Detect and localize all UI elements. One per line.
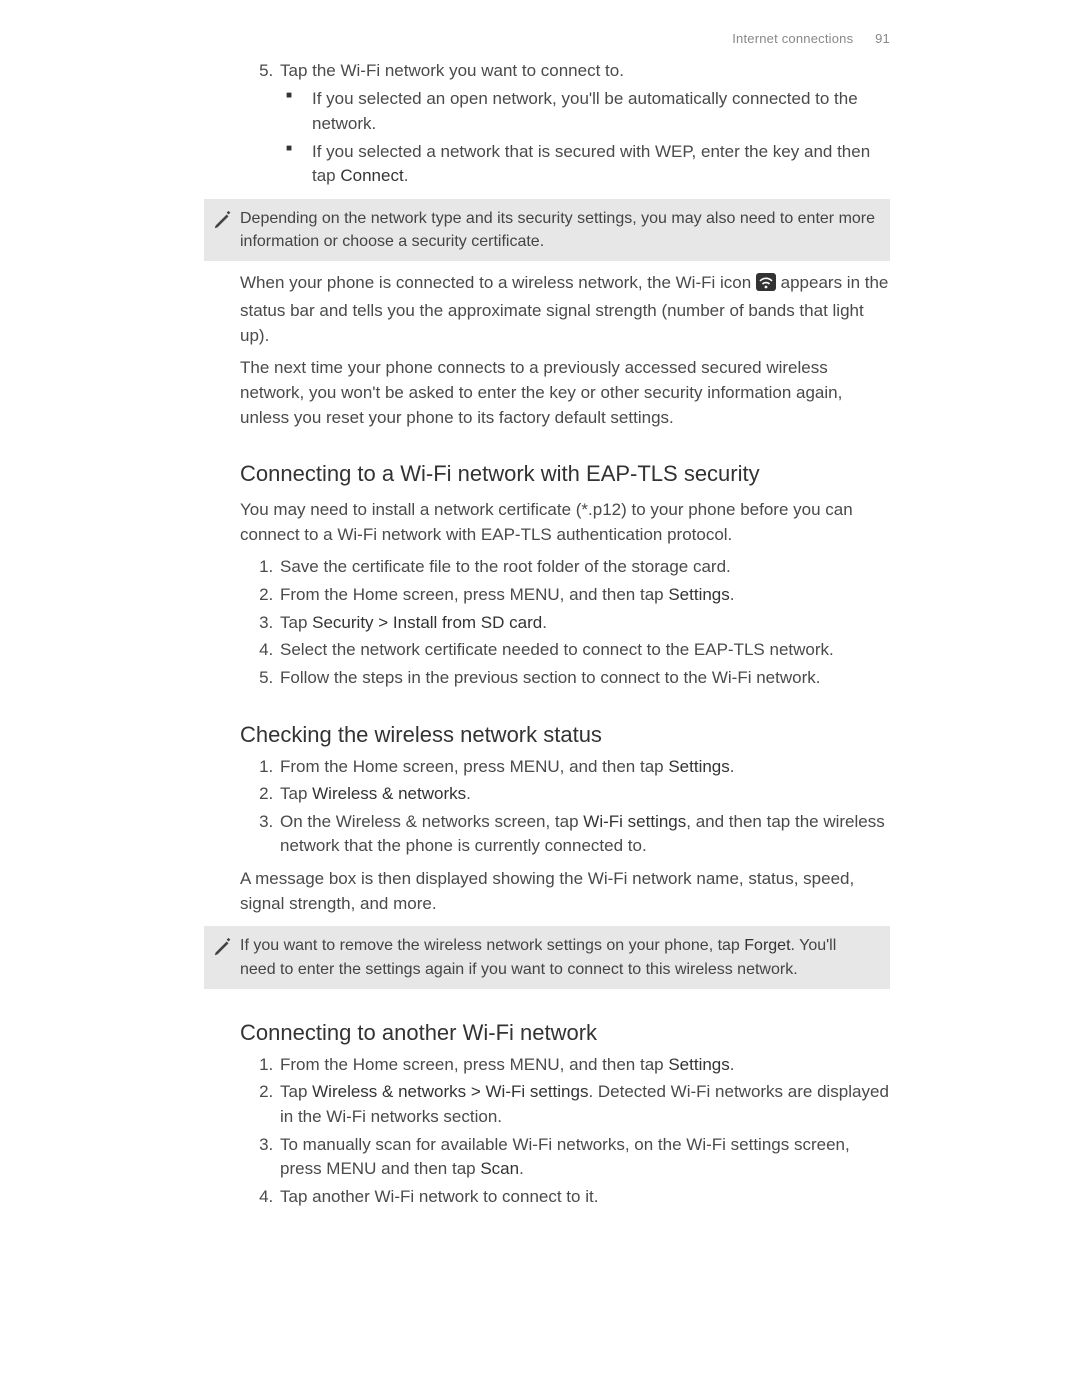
- check-step-2: Tap Wireless & networks.: [278, 782, 890, 807]
- wifi-icon: [756, 273, 776, 299]
- step-5: Tap the Wi-Fi network you want to connec…: [278, 59, 890, 189]
- eap-step-5: Follow the steps in the previous section…: [278, 666, 890, 691]
- page-number: 91: [875, 31, 890, 46]
- eap-intro: You may need to install a network certif…: [240, 498, 890, 547]
- note-security-settings: Depending on the network type and its se…: [204, 199, 890, 261]
- check-step-3: On the Wireless & networks screen, tap W…: [278, 810, 890, 859]
- eap-step-1: Save the certificate file to the root fo…: [278, 555, 890, 580]
- another-step-4: Tap another Wi-Fi network to connect to …: [278, 1185, 890, 1210]
- another-step-2: Tap Wireless & networks > Wi-Fi settings…: [278, 1080, 890, 1129]
- step-5-text: Tap the Wi-Fi network you want to connec…: [280, 61, 624, 80]
- eap-step-3: Tap Security > Install from SD card.: [278, 611, 890, 636]
- document-page: Internet connections 91 Tap the Wi-Fi ne…: [0, 0, 1080, 1273]
- check-outro: A message box is then displayed showing …: [240, 867, 890, 916]
- note-forget-network: If you want to remove the wireless netwo…: [204, 926, 890, 988]
- paragraph-wifi-icon: When your phone is connected to a wirele…: [240, 271, 890, 348]
- ordered-list-continuation: Tap the Wi-Fi network you want to connec…: [240, 59, 890, 189]
- eap-step-2: From the Home screen, press MENU, and th…: [278, 583, 890, 608]
- bullet-wep-network: If you selected a network that is secure…: [308, 140, 890, 189]
- another-step-3: To manually scan for available Wi-Fi net…: [278, 1133, 890, 1182]
- another-step-1: From the Home screen, press MENU, and th…: [278, 1053, 890, 1078]
- eap-steps: Save the certificate file to the root fo…: [240, 555, 890, 690]
- paragraph-next-time: The next time your phone connects to a p…: [240, 356, 890, 430]
- another-steps: From the Home screen, press MENU, and th…: [240, 1053, 890, 1210]
- check-step-1: From the Home screen, press MENU, and th…: [278, 755, 890, 780]
- bullet-open-network: If you selected an open network, you'll …: [308, 87, 890, 136]
- heading-checking-status: Checking the wireless network status: [240, 719, 890, 751]
- heading-another-wifi: Connecting to another Wi-Fi network: [240, 1017, 890, 1049]
- eap-step-4: Select the network certificate needed to…: [278, 638, 890, 663]
- page-header: Internet connections 91: [240, 30, 890, 49]
- pencil-icon: [212, 936, 234, 965]
- pencil-icon: [212, 209, 234, 238]
- check-steps: From the Home screen, press MENU, and th…: [240, 755, 890, 860]
- section-label: Internet connections: [732, 31, 853, 46]
- heading-eap-tls: Connecting to a Wi-Fi network with EAP-T…: [240, 458, 890, 490]
- step-5-bullets: If you selected an open network, you'll …: [280, 87, 890, 189]
